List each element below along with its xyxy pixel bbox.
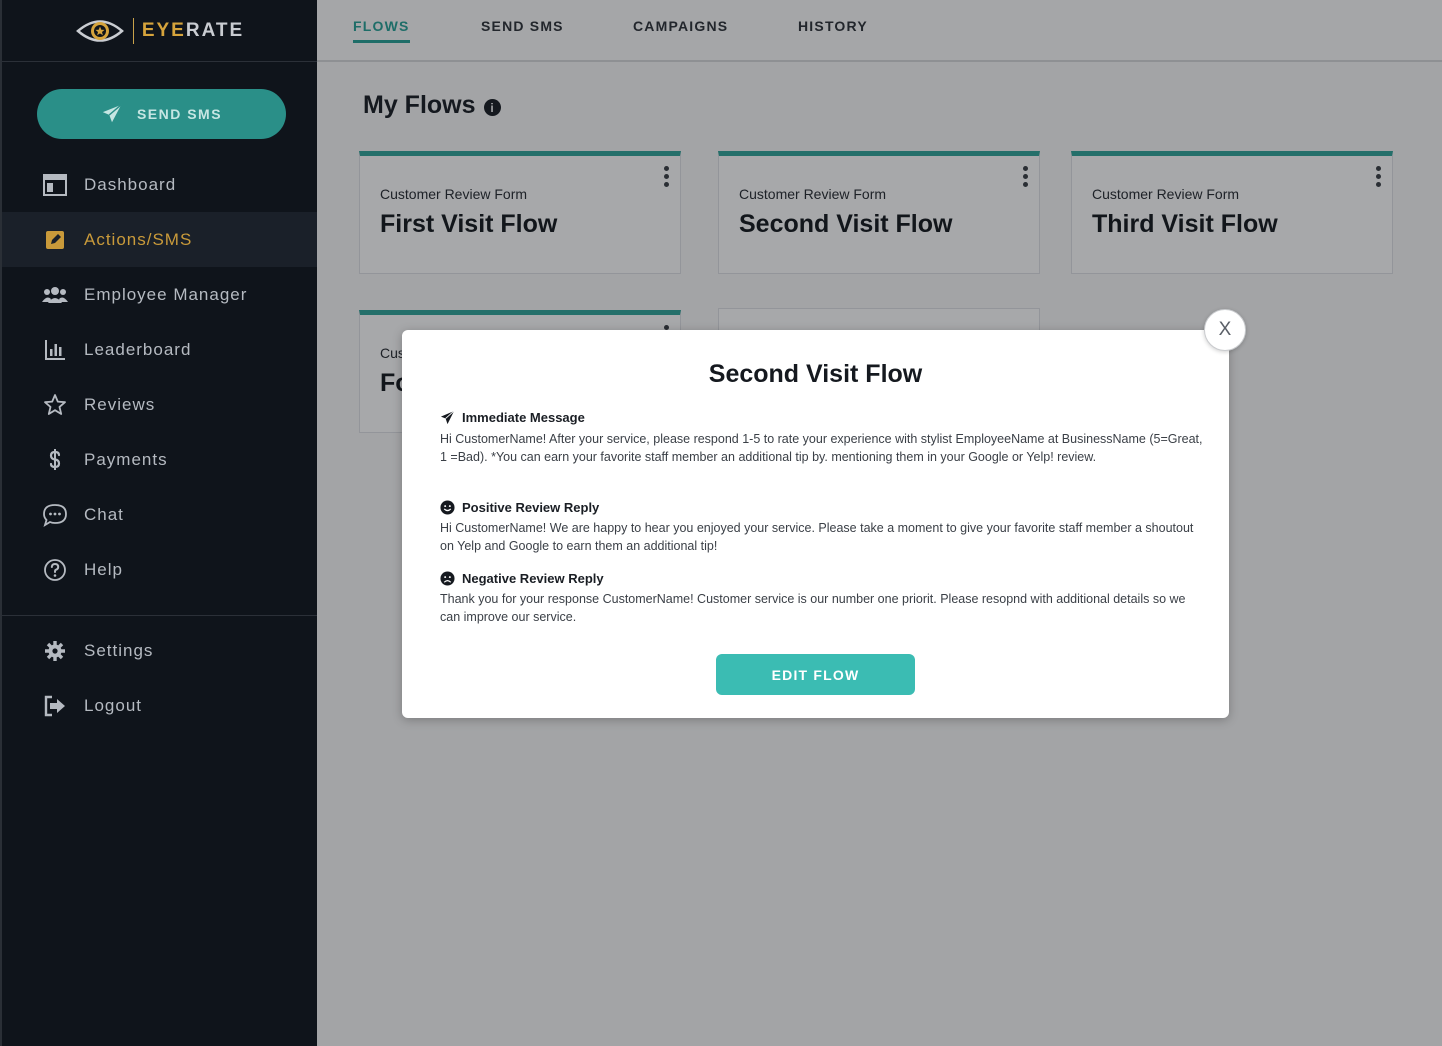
frown-icon <box>440 571 455 586</box>
card-title: Second Visit Flow <box>739 210 953 238</box>
logo[interactable]: EYERATE <box>2 0 317 62</box>
sidebar-item-dashboard[interactable]: Dashboard <box>2 157 317 212</box>
section-immediate-message-heading: Immediate Message <box>440 410 585 425</box>
card-subtitle: Customer Review Form <box>380 186 528 202</box>
help-icon <box>44 558 66 581</box>
positive-reply-body: Hi CustomerName! We are happy to hear yo… <box>440 521 1194 553</box>
immediate-message-body: Hi CustomerName! After your service, ple… <box>440 432 1203 464</box>
sidebar-item-logout[interactable]: Logout <box>2 678 317 733</box>
sidebar-nav: Dashboard Actions/SMS Employee Manager L… <box>2 157 317 597</box>
sidebar-item-label: Payments <box>84 449 168 469</box>
send-sms-button[interactable]: SEND SMS <box>37 89 286 139</box>
flow-card-second-visit[interactable]: Customer Review Form Second Visit Flow <box>718 151 1040 274</box>
card-subtitle: Customer Review Form <box>739 186 887 202</box>
tab-campaigns[interactable]: CAMPAIGNS <box>633 18 728 34</box>
modal-title: Second Visit Flow <box>708 360 923 388</box>
eye-logo-icon <box>75 19 124 42</box>
tab-send-sms[interactable]: SEND SMS <box>481 18 564 34</box>
sidebar: EYERATE SEND SMS Dashboard Actions/SMS E… <box>0 0 317 1046</box>
sidebar-item-label: Reviews <box>84 394 156 414</box>
info-icon[interactable]: i <box>483 99 501 116</box>
more-options-icon[interactable] <box>1021 166 1029 187</box>
dollar-icon <box>49 448 61 470</box>
chat-icon <box>43 503 67 527</box>
flow-card-third-visit[interactable]: Customer Review Form Third Visit Flow <box>1071 151 1393 274</box>
sidebar-item-settings[interactable]: Settings <box>2 623 317 678</box>
section-negative-reply-heading: Negative Review Reply <box>440 571 604 586</box>
sidebar-item-label: Actions/SMS <box>84 229 193 249</box>
section-heading-text: Immediate Message <box>462 410 585 425</box>
card-title: Third Visit Flow <box>1092 210 1278 238</box>
sidebar-item-help[interactable]: Help <box>2 542 317 597</box>
smile-icon <box>440 500 455 515</box>
gear-icon <box>45 640 65 661</box>
tab-history[interactable]: HISTORY <box>798 18 868 34</box>
edit-flow-button[interactable]: EDIT FLOW <box>716 654 915 695</box>
dashboard-icon <box>43 173 67 196</box>
users-icon <box>42 286 68 303</box>
card-title: First Visit Flow <box>380 210 558 238</box>
send-sms-label: SEND SMS <box>136 106 223 122</box>
sidebar-item-leaderboard[interactable]: Leaderboard <box>2 322 317 377</box>
flow-card-first-visit[interactable]: Customer Review Form First Visit Flow <box>359 151 681 274</box>
flow-detail-modal: Second Visit Flow Immediate Message Hi C… <box>402 330 1229 718</box>
logout-icon <box>44 695 65 716</box>
sidebar-bottom-nav: Settings Logout <box>2 623 317 733</box>
page-title: My Flows i <box>363 91 501 120</box>
section-positive-reply-heading: Positive Review Reply <box>440 500 599 515</box>
brand-name: EYERATE <box>141 19 245 41</box>
sidebar-item-reviews[interactable]: Reviews <box>2 377 317 432</box>
sidebar-item-label: Employee Manager <box>84 284 248 304</box>
star-icon <box>44 393 66 415</box>
card-subtitle: Customer Review Form <box>1092 186 1240 202</box>
section-heading-text: Negative Review Reply <box>462 571 604 586</box>
chart-icon <box>45 339 65 360</box>
more-options-icon[interactable] <box>662 166 670 187</box>
negative-reply-body: Thank you for your response CustomerName… <box>440 592 1186 624</box>
tab-flows[interactable]: FLOWS <box>353 18 410 43</box>
section-heading-text: Positive Review Reply <box>462 500 600 515</box>
sidebar-item-payments[interactable]: Payments <box>2 432 317 487</box>
paper-plane-icon <box>440 410 455 425</box>
sidebar-item-label: Settings <box>84 640 154 660</box>
sidebar-item-actions-sms[interactable]: Actions/SMS <box>2 212 317 267</box>
paper-plane-icon <box>102 104 122 123</box>
sidebar-item-label: Help <box>84 559 123 579</box>
logo-divider <box>132 17 134 44</box>
more-options-icon[interactable] <box>1374 166 1382 187</box>
sidebar-item-label: Dashboard <box>84 174 177 194</box>
sidebar-item-label: Leaderboard <box>84 339 192 359</box>
sidebar-divider <box>2 615 317 616</box>
top-tab-bar: FLOWS SEND SMS CAMPAIGNS HISTORY <box>317 0 1442 62</box>
sidebar-item-chat[interactable]: Chat <box>2 487 317 542</box>
sidebar-item-label: Chat <box>84 504 124 524</box>
edit-icon <box>46 230 64 249</box>
close-modal-button[interactable]: X <box>1204 309 1246 351</box>
page-title-text: My Flows <box>363 91 476 119</box>
sidebar-item-label: Logout <box>84 695 142 715</box>
sidebar-item-employee-manager[interactable]: Employee Manager <box>2 267 317 322</box>
